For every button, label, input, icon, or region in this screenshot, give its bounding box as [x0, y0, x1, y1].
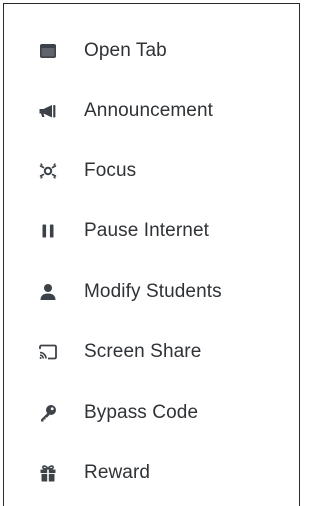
menu-item-label: Focus [84, 160, 137, 181]
megaphone-icon [38, 101, 58, 121]
menu-item-label: Announcement [84, 100, 214, 121]
menu-item-label: Modify Students [84, 281, 222, 302]
actions-menu-panel: Open Tab Announcement Focus Pause Intern… [3, 3, 300, 506]
menu-item-pause-internet[interactable]: Pause Internet [4, 211, 299, 251]
menu-item-label: Open Tab [84, 40, 167, 61]
menu-item-label: Reward [84, 462, 151, 483]
menu-item-reward[interactable]: Reward [4, 453, 299, 493]
menu-item-screen-share[interactable]: Screen Share [4, 332, 299, 372]
browser-tab-icon [38, 41, 58, 61]
focus-icon [38, 161, 58, 181]
menu-item-label: Pause Internet [84, 220, 209, 241]
gift-icon [38, 463, 58, 483]
menu-item-focus[interactable]: Focus [4, 151, 299, 191]
menu-item-modify-students[interactable]: Modify Students [4, 272, 299, 312]
key-icon [38, 403, 58, 423]
cast-icon [38, 342, 58, 362]
menu-item-bypass-code[interactable]: Bypass Code [4, 393, 299, 433]
pause-icon [38, 221, 58, 241]
menu-item-label: Screen Share [84, 341, 202, 362]
menu-item-label: Bypass Code [84, 402, 199, 423]
menu-item-announcement[interactable]: Announcement [4, 91, 299, 131]
person-icon [38, 282, 58, 302]
menu-item-open-tab[interactable]: Open Tab [4, 31, 299, 71]
